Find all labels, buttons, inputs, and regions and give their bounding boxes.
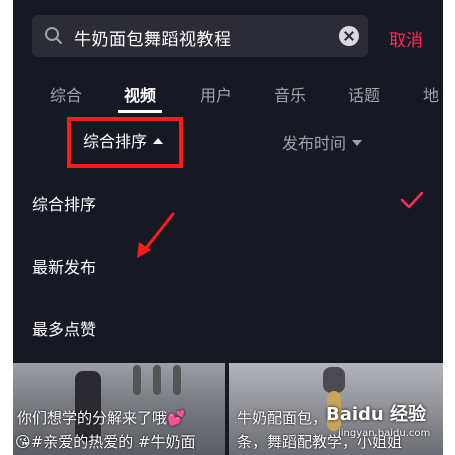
thumbnail-person — [323, 367, 345, 393]
time-filter-label: 发布时间 — [282, 134, 347, 153]
video-caption: 你们想学的分解来了哦💕 — [17, 409, 186, 427]
search-icon — [45, 27, 62, 44]
video-caption: 牛奶配面包， — [237, 409, 328, 427]
thumbnail-prop — [133, 365, 141, 395]
thumbnail-prop — [153, 365, 161, 395]
search-bar[interactable]: 牛奶面包舞蹈视教程 — [32, 15, 368, 57]
sort-option-latest[interactable]: 最新发布 — [32, 254, 96, 278]
tab-user[interactable]: 用户 — [200, 82, 232, 106]
tab-comprehensive[interactable]: 综合 — [50, 82, 82, 106]
video-caption: 😘#亲爱的热爱的 #牛奶面 — [15, 433, 196, 451]
tab-location[interactable]: 地 — [423, 82, 439, 106]
sort-option-most-liked[interactable]: 最多点赞 — [32, 316, 96, 340]
tab-music[interactable]: 音乐 — [274, 82, 306, 106]
search-input[interactable]: 牛奶面包舞蹈视教程 — [74, 25, 232, 50]
checkmark-icon — [400, 191, 424, 209]
watermark-logo: Baidu 经验 — [326, 404, 427, 425]
thumbnail-prop — [173, 365, 181, 395]
cancel-button[interactable]: 取消 — [389, 26, 423, 51]
tab-video[interactable]: 视频 — [124, 82, 156, 106]
tab-topic[interactable]: 话题 — [348, 82, 380, 106]
clear-icon[interactable] — [339, 26, 359, 46]
annotation-highlight-box — [67, 117, 183, 168]
caret-down-icon — [352, 139, 363, 146]
sort-option-comprehensive[interactable]: 综合排序 — [32, 191, 96, 215]
annotation-arrow-icon — [137, 212, 175, 258]
app-screen: 牛奶面包舞蹈视教程 取消 综合 视频 用户 音乐 话题 地 综合排序 发布时间 … — [13, 0, 443, 455]
active-tab-indicator — [118, 110, 162, 113]
watermark-url: jingyan.baidu.com — [338, 428, 431, 439]
time-filter-dropdown[interactable]: 发布时间 — [282, 130, 363, 154]
